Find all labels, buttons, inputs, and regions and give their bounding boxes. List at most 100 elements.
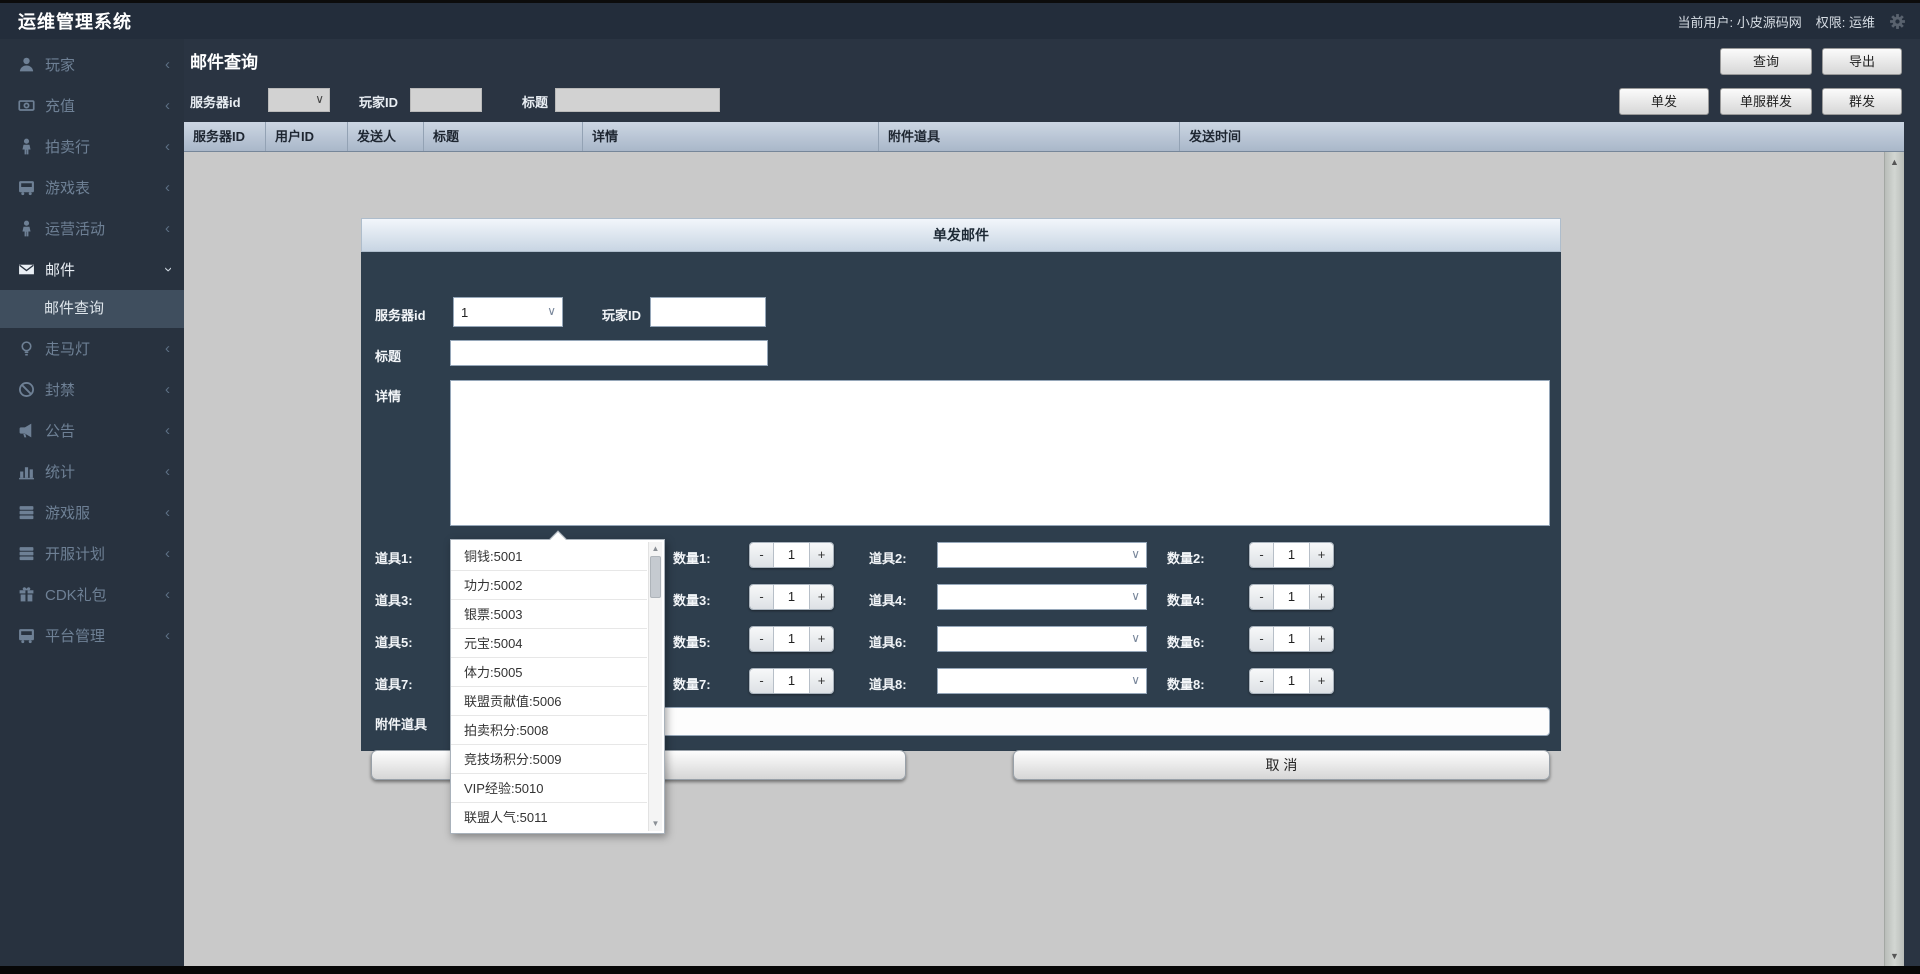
minus-button[interactable]: - (750, 585, 774, 609)
sidebar-item-9[interactable]: 统计‹ (0, 451, 184, 492)
minus-button[interactable]: - (1250, 627, 1274, 651)
quantity-value[interactable]: 1 (1274, 627, 1309, 651)
chart-icon (18, 463, 35, 480)
bus-icon (18, 627, 35, 644)
dropdown-option[interactable]: 联盟贡献值:5006 (451, 687, 647, 716)
filter-server-label: 服务器id (190, 92, 241, 111)
sidebar-item-10[interactable]: 游戏服‹ (0, 492, 184, 533)
dropdown-option[interactable]: VIP经验:5010 (451, 774, 647, 803)
filter-server-select[interactable]: ∨ (268, 88, 330, 112)
quantity-stepper-1b: -1+ (1249, 584, 1334, 610)
chevron-left-icon: ‹ (165, 97, 170, 114)
sidebar-item-11[interactable]: 开服计划‹ (0, 533, 184, 574)
server-icon (18, 545, 35, 562)
modal-subject-input[interactable] (450, 340, 768, 366)
chevron-left-icon: ‹ (165, 463, 170, 480)
export-button[interactable]: 导出 (1822, 48, 1902, 75)
scroll-up-icon[interactable]: ▲ (1885, 154, 1904, 170)
scroll-down-icon[interactable]: ▼ (649, 818, 662, 830)
minus-button[interactable]: - (1250, 669, 1274, 693)
quantity-stepper-3b: -1+ (1249, 668, 1334, 694)
minus-button[interactable]: - (750, 543, 774, 567)
minus-button[interactable]: - (1250, 543, 1274, 567)
broadcast-button[interactable]: 群发 (1822, 88, 1902, 115)
vertical-scrollbar[interactable]: ▲ ▼ (1884, 152, 1904, 966)
dropdown-option[interactable]: 竞技场积分:5009 (451, 745, 647, 774)
modal-player-label: 玩家ID (602, 305, 641, 324)
quantity-value[interactable]: 1 (1274, 585, 1309, 609)
cancel-button[interactable]: 取 消 (1013, 750, 1550, 780)
sidebar-item-5[interactable]: 邮件‹ (0, 249, 184, 290)
chevron-down-icon: ∨ (547, 304, 556, 318)
item-dropdown-list: 铜钱:5001功力:5002银票:5003元宝:5004体力:5005联盟贡献值… (451, 542, 647, 831)
column-header: 附件道具 (879, 122, 1180, 151)
plus-button[interactable]: + (809, 543, 833, 567)
chevron-left-icon: ‹ (165, 340, 170, 357)
quantity-value[interactable]: 1 (774, 543, 809, 567)
minus-button[interactable]: - (1250, 585, 1274, 609)
item-select-6[interactable]: ∨ (937, 626, 1147, 652)
sidebar-item-12[interactable]: CDK礼包‹ (0, 574, 184, 615)
dropdown-option[interactable]: 元宝:5004 (451, 629, 647, 658)
dropdown-option[interactable]: 银票:5003 (451, 600, 647, 629)
quantity-value[interactable]: 1 (774, 669, 809, 693)
filter-player-input[interactable] (410, 88, 482, 112)
dropdown-option[interactable]: 体力:5005 (451, 658, 647, 687)
item-select-2[interactable]: ∨ (937, 542, 1147, 568)
filter-title-label: 标题 (522, 92, 548, 111)
plus-button[interactable]: + (1309, 543, 1333, 567)
plus-button[interactable]: + (1309, 585, 1333, 609)
item-select-4[interactable]: ∨ (937, 584, 1147, 610)
chevron-down-icon: ∨ (1131, 673, 1140, 687)
sidebar-item-13[interactable]: 平台管理‹ (0, 615, 184, 656)
dropdown-option[interactable]: 功力:5002 (451, 571, 647, 600)
sidebar-item-4[interactable]: 运营活动‹ (0, 208, 184, 249)
modal-detail-label: 详情 (375, 386, 401, 405)
single-send-button[interactable]: 单发 (1619, 88, 1709, 115)
column-header: 发送时间 (1180, 122, 1904, 151)
sidebar-item-3[interactable]: 游戏表‹ (0, 167, 184, 208)
modal-detail-textarea[interactable] (450, 380, 1550, 526)
dropdown-scrollbar[interactable]: ▲ ▼ (648, 542, 662, 831)
permission-label: 权限: 运维 (1816, 12, 1875, 31)
modal-player-input[interactable] (650, 297, 766, 327)
chevron-down-icon: ∨ (1131, 547, 1140, 561)
person-icon (18, 138, 35, 155)
quantity-stepper-3a: -1+ (749, 668, 834, 694)
gear-icon[interactable] (1889, 13, 1906, 30)
server-broadcast-button[interactable]: 单服群发 (1720, 88, 1812, 115)
sidebar-item-8[interactable]: 公告‹ (0, 410, 184, 451)
plus-button[interactable]: + (1309, 627, 1333, 651)
column-header: 服务器ID (184, 122, 266, 151)
minus-button[interactable]: - (750, 669, 774, 693)
quantity-value[interactable]: 1 (774, 585, 809, 609)
sidebar-item-0[interactable]: 玩家‹ (0, 44, 184, 85)
chevron-left-icon: ‹ (165, 627, 170, 644)
scrollbar-thumb[interactable] (650, 556, 661, 598)
filter-title-input[interactable] (555, 88, 720, 112)
plus-button[interactable]: + (1309, 669, 1333, 693)
plus-button[interactable]: + (809, 585, 833, 609)
item-select-8[interactable]: ∨ (937, 668, 1147, 694)
sidebar-item-1[interactable]: 充值‹ (0, 85, 184, 126)
sidebar-item-6[interactable]: 走马灯‹ (0, 328, 184, 369)
sidebar-item-2[interactable]: 拍卖行‹ (0, 126, 184, 167)
scroll-up-icon[interactable]: ▲ (649, 543, 662, 555)
sidebar-subitem[interactable]: 邮件查询 (0, 290, 184, 328)
chevron-left-icon: ‹ (165, 56, 170, 73)
plus-button[interactable]: + (809, 669, 833, 693)
minus-button[interactable]: - (750, 627, 774, 651)
chevron-left-icon: ‹ (165, 179, 170, 196)
sidebar-item-7[interactable]: 封禁‹ (0, 369, 184, 410)
dropdown-option[interactable]: 铜钱:5001 (451, 542, 647, 571)
dropdown-option[interactable]: 联盟人气:5011 (451, 803, 647, 831)
plus-button[interactable]: + (809, 627, 833, 651)
dropdown-option[interactable]: 拍卖积分:5008 (451, 716, 647, 745)
quantity-value[interactable]: 1 (774, 627, 809, 651)
scroll-down-icon[interactable]: ▼ (1885, 948, 1904, 964)
quantity-value[interactable]: 1 (1274, 543, 1309, 567)
lamp-icon (18, 340, 35, 357)
quantity-value[interactable]: 1 (1274, 669, 1309, 693)
query-button[interactable]: 查询 (1720, 48, 1812, 75)
modal-server-select[interactable]: 1 ∨ (453, 297, 563, 327)
